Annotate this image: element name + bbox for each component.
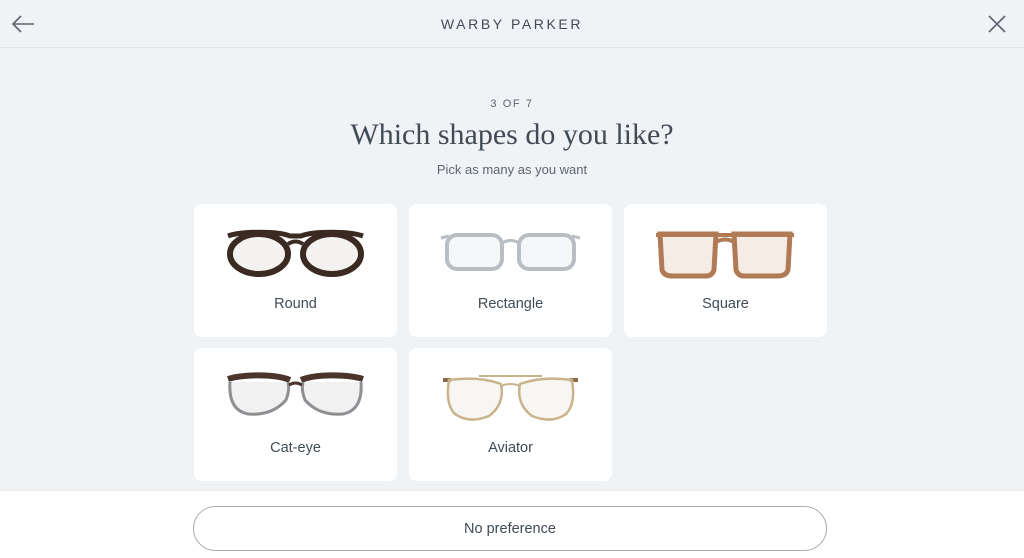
- square-glasses-icon: [656, 231, 794, 279]
- shape-card-round[interactable]: Round: [194, 204, 397, 337]
- aviator-glasses-icon: [443, 375, 578, 421]
- shape-card-rectangle[interactable]: Rectangle: [409, 204, 612, 337]
- close-button[interactable]: [983, 10, 1011, 38]
- shape-card-aviator[interactable]: Aviator: [409, 348, 612, 481]
- shape-label: Rectangle: [477, 296, 544, 312]
- footer-bar: No preference: [0, 491, 1024, 558]
- arrow-left-icon: [11, 15, 34, 33]
- page-title: Which shapes do you like?: [350, 118, 674, 151]
- close-icon: [988, 15, 1006, 33]
- no-preference-button[interactable]: No preference: [193, 506, 827, 551]
- shape-label: Square: [702, 296, 749, 312]
- header: WARBY PARKER: [0, 0, 1024, 48]
- shape-label: Aviator: [488, 440, 533, 456]
- step-indicator: 3 OF 7: [490, 98, 534, 110]
- cat-eye-glasses-icon: [227, 372, 364, 416]
- shape-card-square[interactable]: Square: [624, 204, 827, 337]
- shape-card-cat-eye[interactable]: Cat-eye: [194, 348, 397, 481]
- rectangle-glasses-icon: [440, 233, 581, 271]
- back-button[interactable]: [9, 10, 37, 38]
- page-subtitle: Pick as many as you want: [436, 162, 588, 177]
- shape-label: Cat-eye: [270, 440, 321, 456]
- shape-label: Round: [274, 296, 317, 312]
- round-glasses-icon: [227, 229, 364, 277]
- brand-logo: WARBY PARKER: [440, 15, 584, 32]
